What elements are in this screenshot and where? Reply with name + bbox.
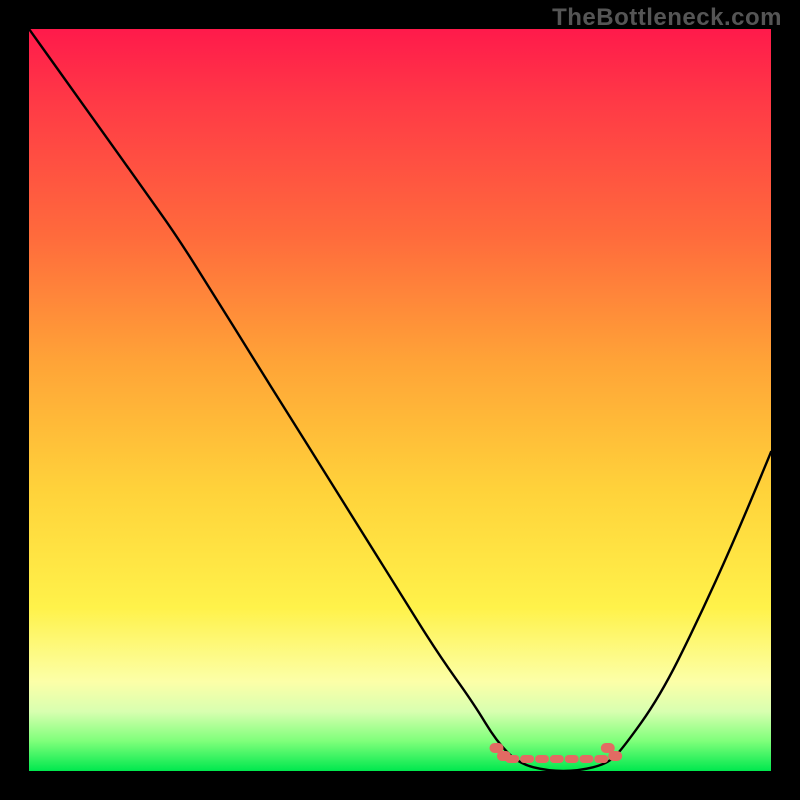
optimal-marker: [608, 751, 622, 761]
optimal-marker: [520, 755, 534, 763]
curve-layer: [29, 29, 771, 771]
bottleneck-curve: [29, 29, 771, 771]
chart-frame: TheBottleneck.com: [0, 0, 800, 800]
optimal-marker: [594, 755, 608, 763]
optimal-marker: [535, 755, 549, 763]
plot-area: [29, 29, 771, 771]
optimal-marker: [505, 755, 519, 763]
optimal-marker: [550, 755, 564, 763]
optimal-marker: [565, 755, 579, 763]
optimal-markers: [490, 743, 623, 763]
watermark-text: TheBottleneck.com: [552, 4, 782, 32]
optimal-marker: [580, 755, 594, 763]
